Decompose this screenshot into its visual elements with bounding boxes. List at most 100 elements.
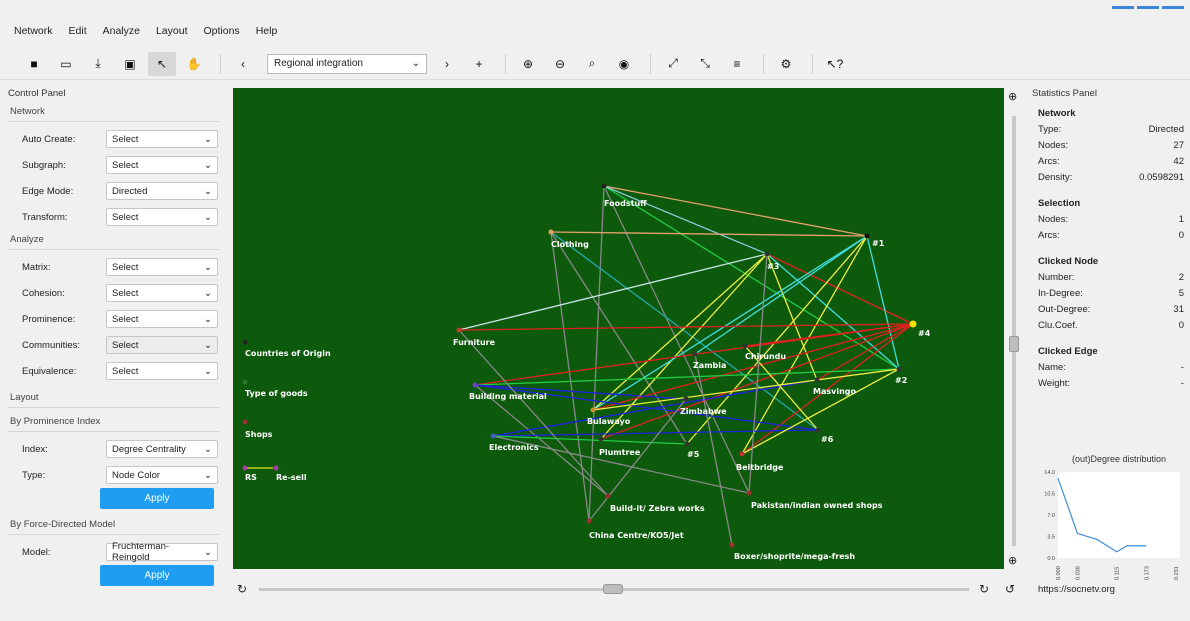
graph-node[interactable] — [815, 427, 821, 433]
stat-key: Nodes: — [1038, 214, 1069, 225]
chevron-down-icon: ⌄ — [204, 159, 212, 171]
relation-select[interactable]: Regional integration ⌄ — [267, 53, 427, 74]
settings-gear-icon[interactable]: ⚙ — [772, 52, 800, 76]
chevron-down-icon: ⌄ — [204, 287, 212, 299]
zoom-slider-handle[interactable] — [1009, 336, 1019, 352]
graph-node[interactable] — [909, 320, 917, 328]
graph-node[interactable] — [692, 351, 698, 357]
graph-node[interactable] — [742, 343, 748, 349]
add-relation-icon[interactable]: + — [465, 52, 493, 76]
chart-y-tick-label: 14.0 — [1044, 470, 1055, 476]
model-row: Model: Fruchterman-Reingold ⌄ — [8, 539, 220, 565]
graph-node[interactable] — [598, 436, 604, 442]
remove-node-icon[interactable]: ⊖ — [546, 52, 574, 76]
menu-item-edit[interactable]: Edit — [69, 25, 87, 37]
control-select[interactable]: Select ⌄ — [106, 258, 218, 276]
graph-node[interactable] — [764, 251, 770, 257]
graph-node[interactable] — [729, 542, 735, 548]
filter-edges-icon[interactable]: ≡ — [723, 52, 751, 76]
graph-node[interactable] — [548, 229, 554, 235]
node-properties-icon[interactable]: ◉ — [610, 52, 638, 76]
rotate-right-icon[interactable]: ↻ — [979, 582, 989, 596]
graph-node-label: #2 — [895, 376, 907, 385]
index-select[interactable]: Degree Centrality ⌄ — [106, 440, 218, 458]
select-pointer-icon[interactable]: ↖ — [148, 51, 176, 76]
graph-node-label: Bulawayo — [587, 417, 631, 426]
graph-canvas[interactable]: Foodstuff Clothing #3 #1 #4 #2 Furniture Zambia… — [233, 88, 1004, 569]
graph-node[interactable] — [242, 419, 248, 425]
clicked-edge-stats: Name: - Weight: - — [1030, 360, 1188, 392]
print-icon[interactable]: ▣ — [116, 52, 144, 76]
menu-item-options[interactable]: Options — [204, 25, 240, 37]
graph-node[interactable] — [242, 339, 248, 345]
network-rows: Auto Create: Select ⌄ Subgraph: Select ⌄ Edge … — [8, 126, 220, 230]
add-edge-icon[interactable]: ⤢ — [659, 52, 687, 76]
stat-row: Number: 2 — [1030, 270, 1188, 286]
stat-value: 0 — [1178, 230, 1184, 241]
pan-hand-icon[interactable]: ✋ — [180, 52, 208, 76]
control-select[interactable]: Select ⌄ — [106, 362, 218, 380]
graph-node[interactable] — [242, 379, 248, 385]
previous-relation-icon[interactable]: ‹ — [229, 52, 257, 76]
graph-node[interactable] — [472, 382, 478, 388]
menu-item-layout[interactable]: Layout — [156, 25, 188, 37]
stat-value: - — [1180, 378, 1184, 389]
website-link[interactable]: https://socnetv.org — [1038, 584, 1115, 595]
find-node-icon[interactable]: ⌕ — [578, 52, 606, 76]
graph-node-label: Chirundu — [745, 352, 786, 361]
control-select[interactable]: Select ⌄ — [106, 156, 218, 174]
window-button[interactable] — [1137, 6, 1159, 9]
save-icon[interactable]: ⤓ — [84, 52, 112, 76]
graph-node[interactable] — [684, 441, 690, 447]
control-select[interactable]: Directed ⌄ — [106, 182, 218, 200]
apply-prominence-button[interactable]: Apply — [100, 488, 214, 509]
next-relation-icon[interactable]: › — [433, 52, 461, 76]
graph-node[interactable] — [490, 433, 496, 439]
chevron-down-icon: ⌄ — [204, 261, 212, 273]
control-select[interactable]: Select ⌄ — [106, 208, 218, 226]
remove-edge-icon[interactable]: ⤡ — [691, 52, 719, 76]
menu-item-help[interactable]: Help — [256, 25, 278, 37]
graph-node[interactable] — [746, 490, 752, 496]
control-select[interactable]: Select ⌄ — [106, 336, 218, 354]
model-select[interactable]: Fruchterman-Reingold ⌄ — [106, 541, 218, 563]
control-select[interactable]: Select ⌄ — [106, 130, 218, 148]
zoom-out-icon[interactable]: ⊕ — [1008, 554, 1017, 567]
graph-node[interactable] — [590, 407, 596, 413]
zoom-in-icon[interactable]: ⊕ — [1008, 90, 1017, 103]
control-label: Prominence: — [22, 313, 76, 325]
zoom-slider-track[interactable] — [1012, 116, 1016, 546]
menu-item-network[interactable]: Network — [14, 25, 53, 37]
graph-node[interactable] — [896, 366, 902, 372]
control-select[interactable]: Select ⌄ — [106, 310, 218, 328]
control-label: Subgraph: — [22, 159, 66, 171]
type-select[interactable]: Node Color ⌄ — [106, 466, 218, 484]
control-select-value: Select — [112, 133, 139, 145]
graph-node-label: Building material — [469, 392, 547, 401]
graph-node[interactable] — [739, 451, 745, 457]
rotate-left-icon[interactable]: ↻ — [237, 582, 247, 596]
graph-node[interactable] — [605, 493, 611, 499]
menu-item-analyze[interactable]: Analyze — [103, 25, 140, 37]
rotate-slider-handle[interactable] — [603, 584, 623, 594]
analyze-rows: Matrix: Select ⌄ Cohesion: Select ⌄ Prominence… — [8, 254, 220, 384]
stat-value: 2 — [1178, 272, 1184, 283]
graph-node[interactable] — [456, 327, 462, 333]
graph-node[interactable] — [586, 518, 592, 524]
add-node-icon[interactable]: ⊕ — [514, 52, 542, 76]
window-button[interactable] — [1112, 6, 1134, 9]
graph-node[interactable] — [601, 183, 607, 189]
window-button[interactable] — [1162, 6, 1184, 9]
new-folder-icon[interactable]: ▭ — [52, 52, 80, 76]
graph-node[interactable] — [683, 396, 689, 402]
graph-node[interactable] — [864, 233, 870, 239]
apply-force-button[interactable]: Apply — [100, 565, 214, 586]
reset-view-icon[interactable]: ↺ — [1005, 582, 1015, 596]
graph-node[interactable] — [814, 377, 820, 383]
stat-row: Nodes: 1 — [1030, 212, 1188, 228]
whats-this-help-icon[interactable]: ↖? — [821, 52, 849, 76]
graph-node[interactable] — [273, 465, 279, 471]
graph-node[interactable] — [242, 465, 248, 471]
control-select[interactable]: Select ⌄ — [106, 284, 218, 302]
open-folder-icon[interactable]: ■ — [20, 52, 48, 76]
